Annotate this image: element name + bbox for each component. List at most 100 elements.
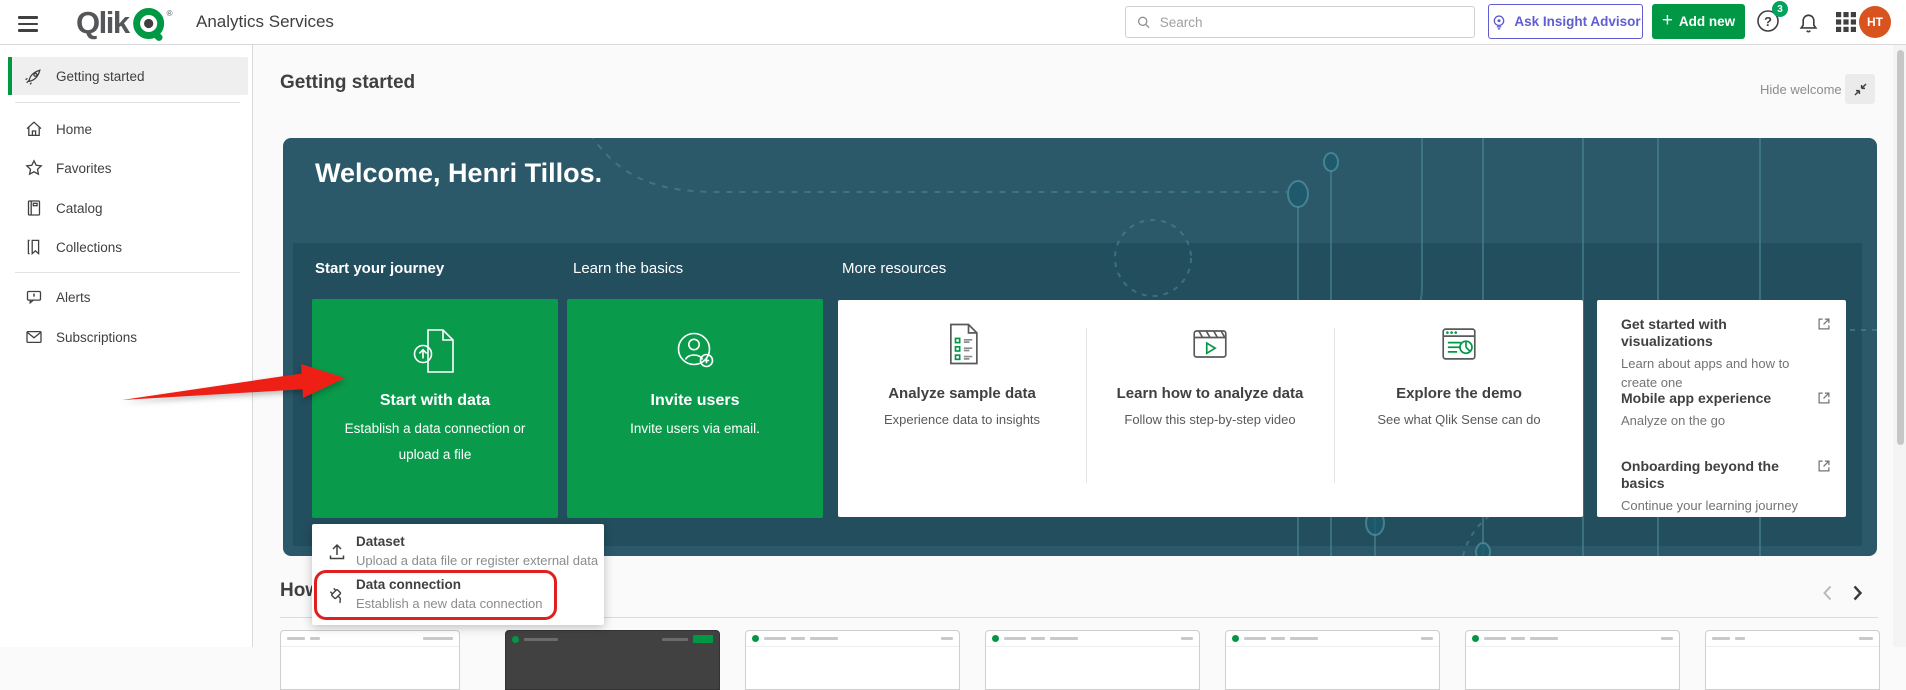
link-mobile-app-experience[interactable]: Mobile app experience Analyze on the go (1597, 390, 1846, 430)
ask-insight-advisor-label: Ask Insight Advisor (1514, 14, 1640, 29)
sidebar-item-catalog[interactable]: Catalog (8, 189, 248, 227)
add-new-label: Add new (1679, 14, 1735, 29)
link-description: Analyze on the go (1621, 411, 1808, 430)
resource-learn-analyze-video[interactable]: Learn how to analyze data Follow this st… (1086, 300, 1334, 517)
star-icon (24, 158, 44, 178)
sidebar-item-subscriptions[interactable]: Subscriptions (8, 318, 248, 356)
search-icon (1136, 14, 1152, 31)
sidebar-item-label: Subscriptions (56, 330, 137, 345)
link-title: Mobile app experience (1621, 390, 1808, 407)
carousel-next-button[interactable] (1845, 581, 1869, 605)
resource-description: Follow this step-by-step video (1086, 412, 1334, 427)
scrollbar-thumb[interactable] (1897, 50, 1904, 445)
sidebar-item-home[interactable]: Home (8, 110, 248, 148)
menu-item-title: Data connection (356, 577, 461, 592)
link-get-started-visualizations[interactable]: Get started with visualizations Learn ab… (1597, 316, 1846, 392)
sidebar-divider (15, 272, 240, 273)
resource-explore-demo[interactable]: Explore the demo See what Qlik Sense can… (1335, 300, 1583, 517)
section-header-learn-basics: Learn the basics (573, 260, 683, 277)
search-box[interactable] (1125, 6, 1475, 38)
resource-description: See what Qlik Sense can do (1335, 412, 1583, 427)
envelope-icon (24, 327, 44, 347)
app-launcher-grid-icon[interactable] (1834, 10, 1858, 34)
welcome-heading: Welcome, Henri Tillos. (315, 158, 602, 189)
upload-icon (326, 541, 348, 563)
link-title: Onboarding beyond the basics (1621, 458, 1808, 492)
resource-description: Experience data to insights (838, 412, 1086, 427)
plug-icon (326, 584, 348, 606)
upload-file-icon (407, 323, 463, 379)
resource-title: Analyze sample data (838, 385, 1086, 402)
video-thumbnail[interactable] (745, 630, 960, 690)
notifications-bell-button[interactable] (1796, 9, 1822, 35)
sidebar-item-label: Favorites (56, 161, 112, 176)
hamburger-menu-icon[interactable] (16, 12, 40, 32)
menu-item-description: Upload a data file or register external … (356, 553, 598, 568)
add-new-button[interactable]: + Add new (1652, 4, 1745, 39)
video-thumbnail[interactable] (985, 630, 1200, 690)
sidebar-item-favorites[interactable]: Favorites (8, 149, 248, 187)
grid-icon (1834, 10, 1858, 34)
page-title: Getting started (280, 72, 415, 94)
invite-users-card[interactable]: Invite users Invite users via email. (567, 299, 823, 518)
home-icon (24, 119, 44, 139)
section-header-start-journey: Start your journey (315, 260, 444, 277)
sidebar-item-alerts[interactable]: Alerts (8, 278, 248, 316)
card-description: Establish a data connection or upload a … (312, 416, 558, 468)
alert-bubble-icon (24, 287, 44, 307)
start-with-data-card[interactable]: Start with data Establish a data connect… (312, 299, 558, 518)
resource-analyze-sample-data[interactable]: Analyze sample data Experience data to i… (838, 300, 1086, 517)
sidebar-item-collections[interactable]: Collections (8, 228, 248, 266)
sidebar-item-label: Home (56, 122, 92, 137)
link-onboarding-beyond-basics[interactable]: Onboarding beyond the basics Continue yo… (1597, 458, 1846, 515)
notification-badge: 3 (1772, 1, 1788, 17)
video-thumbnail[interactable] (1225, 630, 1440, 690)
collections-icon (24, 237, 44, 257)
sidebar-item-label: Collections (56, 240, 122, 255)
more-resources-card: Analyze sample data Experience data to i… (838, 300, 1583, 517)
video-thumbnail[interactable] (280, 630, 460, 690)
hide-welcome-link[interactable]: Hide welcome (1760, 82, 1842, 97)
link-title: Get started with visualizations (1621, 316, 1808, 350)
card-title: Invite users (567, 392, 823, 410)
insight-advisor-icon (1490, 13, 1508, 31)
external-link-icon (1816, 458, 1832, 474)
qlik-wordmark: Qlik (76, 5, 129, 41)
registered-mark: ® (167, 9, 173, 18)
menu-item-dataset[interactable]: Dataset Upload a data file or register e… (312, 529, 604, 575)
rocket-icon (24, 66, 44, 86)
ask-insight-advisor-button[interactable]: Ask Insight Advisor (1488, 4, 1643, 39)
video-thumbnail[interactable] (1465, 630, 1680, 690)
collapse-icon (1852, 81, 1869, 98)
carousel-prev-button[interactable] (1816, 581, 1840, 605)
collapse-welcome-button[interactable] (1845, 74, 1875, 104)
svg-text:?: ? (1764, 14, 1772, 29)
sidebar-item-label: Catalog (56, 201, 103, 216)
external-link-icon (1816, 390, 1832, 406)
sidebar-item-label: Alerts (56, 290, 91, 305)
app-title: Analytics Services (196, 12, 334, 32)
section-header-more-resources: More resources (842, 260, 946, 277)
qlik-logo[interactable]: Qlik ® (76, 4, 175, 42)
plus-icon: + (1662, 11, 1673, 30)
sidebar-item-getting-started[interactable]: Getting started (8, 57, 248, 95)
video-thumbnail[interactable] (505, 630, 720, 690)
user-avatar[interactable]: HT (1859, 6, 1891, 38)
search-input[interactable] (1160, 15, 1464, 30)
video-thumbnail[interactable] (1705, 630, 1880, 690)
external-link-icon (1816, 316, 1832, 332)
card-description: Invite users via email. (567, 416, 823, 442)
video-icon (1184, 318, 1236, 370)
add-data-dropdown-menu: Dataset Upload a data file or register e… (312, 524, 604, 625)
menu-item-title: Dataset (356, 534, 405, 549)
sidebar: Getting started Home Favorites Catalog C… (0, 45, 253, 647)
menu-item-data-connection[interactable]: Data connection Establish a new data con… (312, 572, 604, 618)
chevron-right-icon (1845, 581, 1869, 605)
invite-user-icon (667, 323, 723, 379)
resource-title: Explore the demo (1335, 385, 1583, 402)
chevron-left-icon (1816, 581, 1840, 605)
sidebar-item-label: Getting started (56, 69, 145, 84)
learning-links-panel: Get started with visualizations Learn ab… (1597, 300, 1846, 517)
link-description: Continue your learning journey (1621, 496, 1808, 515)
demo-browser-icon (1433, 318, 1485, 370)
